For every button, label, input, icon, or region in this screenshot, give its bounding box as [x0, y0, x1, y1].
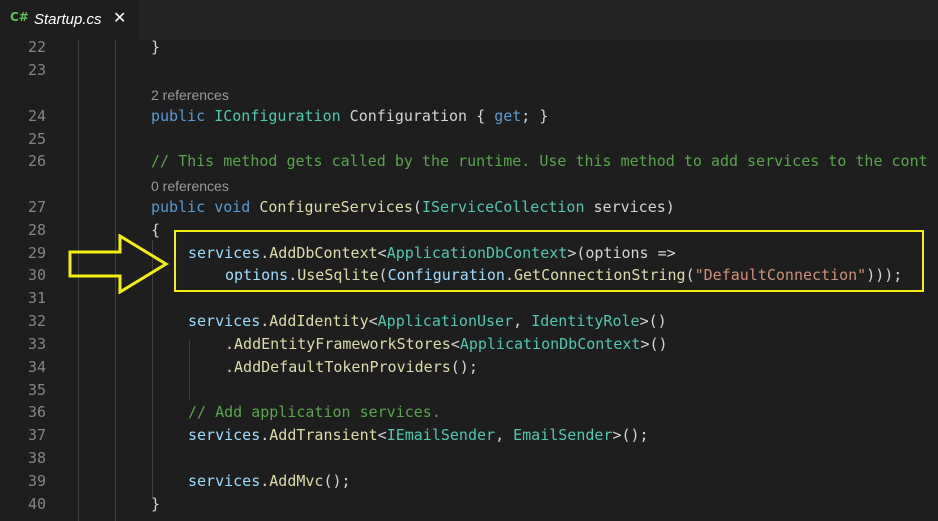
code-token: AddTransient	[269, 426, 378, 444]
code-token: (	[412, 198, 422, 216]
code-token: ApplicationDbContext	[459, 335, 641, 353]
line-number: 30	[27, 266, 46, 284]
line-number: 40	[27, 495, 46, 513]
code-token: Configuration {	[340, 107, 495, 125]
code-token: .	[260, 312, 270, 330]
code-token: public	[151, 107, 206, 125]
code-token: ConfigureServices	[259, 198, 413, 216]
line-number: 38	[27, 449, 46, 467]
highlight-box	[174, 230, 924, 292]
line-number: 41	[0, 517, 46, 521]
line-number: 34	[27, 358, 46, 376]
code-token: >()	[639, 312, 667, 330]
code-editor[interactable]: 22 23 24 25 26 27 28 29 30 31 32 33 34 3…	[0, 40, 938, 521]
code-token: .	[225, 358, 235, 376]
code-comment: // This method gets called by the runtim…	[151, 152, 928, 170]
code-line-33: .AddEntityFrameworkStores<ApplicationDbC…	[225, 334, 668, 354]
code-line-22: }	[151, 40, 160, 57]
arrow-right-icon	[68, 234, 169, 294]
line-number: 27	[27, 198, 46, 216]
line-number: 31	[27, 289, 46, 307]
tab-bar: C# Startup.cs ✕	[0, 0, 938, 40]
code-token: ; }	[521, 107, 549, 125]
line-number: 24	[27, 107, 46, 125]
code-token: >()	[640, 335, 668, 353]
indent-guide	[189, 340, 190, 400]
code-token: }	[151, 495, 161, 513]
codelens-references[interactable]: 2 references	[151, 86, 229, 104]
code-token: ();	[323, 472, 351, 490]
code-token: services	[188, 472, 261, 490]
code-token: IServiceCollection	[421, 198, 585, 216]
code-line-36: // Add application services.	[188, 402, 441, 422]
line-number: 22	[27, 40, 46, 56]
code-token: AddEntityFrameworkStores	[234, 335, 451, 353]
line-number: 37	[27, 426, 46, 444]
code-token: get	[494, 107, 522, 125]
code-line-34: .AddDefaultTokenProviders();	[225, 357, 478, 377]
code-token: <	[377, 426, 387, 444]
line-number: 36	[27, 403, 46, 421]
code-line-37: services.AddTransient<IEmailSender, Emai…	[188, 425, 649, 445]
code-token: void	[214, 198, 251, 216]
line-number: 39	[27, 472, 46, 490]
code-comment: // Add application services.	[188, 403, 441, 421]
code-token: IEmailSender	[386, 426, 496, 444]
code-line-26: // This method gets called by the runtim…	[151, 151, 928, 171]
code-token: .	[260, 472, 270, 490]
code-token: IConfiguration	[214, 107, 341, 125]
code-token: ,	[513, 312, 532, 330]
line-number: 25	[27, 130, 46, 148]
code-line-40: }	[151, 494, 160, 514]
code-token: ,	[495, 426, 514, 444]
code-token: >();	[612, 426, 649, 444]
line-number: 29	[27, 244, 46, 262]
code-line-32: services.AddIdentity<ApplicationUser, Id…	[188, 311, 667, 331]
code-token: services	[188, 426, 261, 444]
line-number: 32	[27, 312, 46, 330]
code-token: ();	[450, 358, 478, 376]
code-token: ApplicationUser	[377, 312, 514, 330]
code-token: IdentityRole	[531, 312, 640, 330]
code-token: services)	[584, 198, 675, 216]
code-line-24: public IConfiguration Configuration { ge…	[151, 106, 548, 126]
code-token: AddIdentity	[269, 312, 369, 330]
line-number: 35	[27, 381, 46, 399]
code-token: public	[151, 198, 206, 216]
code-token: }	[151, 40, 161, 56]
code-token: services	[188, 312, 261, 330]
code-token: .	[225, 335, 235, 353]
code-token: EmailSender	[513, 426, 613, 444]
line-number: 26	[27, 152, 46, 170]
code-token: AddDefaultTokenProviders	[234, 358, 451, 376]
tab-startup-cs[interactable]: C# Startup.cs ✕	[0, 0, 139, 40]
close-icon[interactable]: ✕	[113, 8, 126, 27]
code-token: <	[450, 335, 460, 353]
code-token: .	[260, 426, 270, 444]
line-number: 28	[27, 221, 46, 239]
line-number: 33	[27, 335, 46, 353]
code-line-39: services.AddMvc();	[188, 471, 351, 491]
codelens-references[interactable]: 0 references	[151, 177, 229, 195]
code-token: AddMvc	[269, 472, 324, 490]
csharp-file-icon: C#	[10, 10, 29, 24]
tab-label: Startup.cs	[34, 11, 102, 28]
code-token: <	[368, 312, 378, 330]
line-number: 23	[27, 61, 46, 79]
code-line-27: public void ConfigureServices(IServiceCo…	[151, 197, 675, 217]
